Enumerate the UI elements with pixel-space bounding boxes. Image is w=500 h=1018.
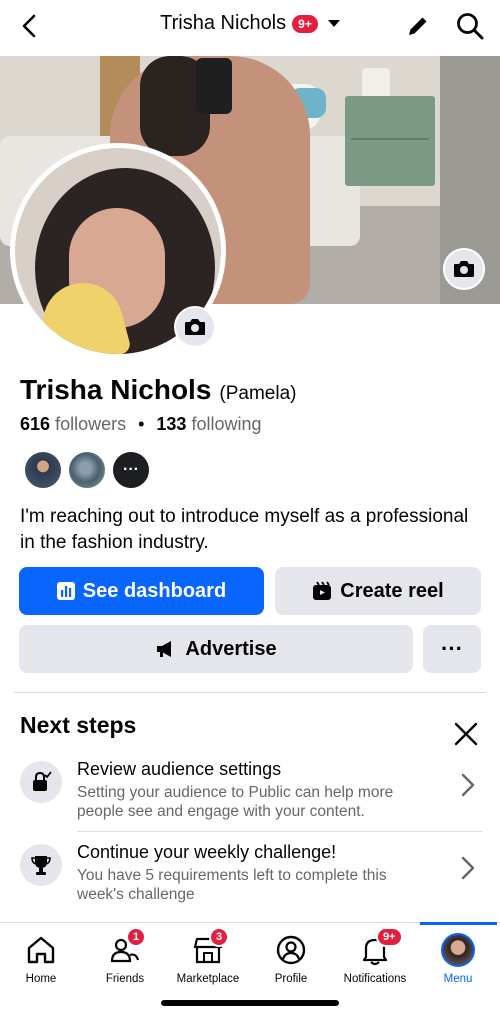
home-indicator[interactable] [161,1000,339,1006]
following-count: 133 [156,414,187,434]
separator-dot: • [138,414,145,434]
divider [14,692,486,693]
marketplace-badge: 3 [209,927,230,947]
trophy-icon [20,844,62,886]
follow-stats: 616 followers • 133 following [20,414,262,435]
following-label: following [191,414,262,434]
reel-icon [313,581,332,600]
close-icon[interactable] [452,720,480,748]
notifications-badge: 9+ [376,927,403,947]
following-link[interactable]: 133 following [156,414,261,435]
nav-label: Profile [274,973,308,985]
next-step-item[interactable]: Continue your weekly challenge! You have… [14,842,486,918]
avatar[interactable] [67,450,107,490]
avatar[interactable] [23,450,63,490]
home-icon [27,936,55,964]
edit-avatar-camera-button[interactable] [174,306,216,348]
edit-cover-camera-button[interactable] [443,248,485,290]
more-options-button[interactable]: ··· [423,625,481,673]
search-icon[interactable] [454,10,486,42]
page-title: Trisha Nichols [160,12,287,34]
friends-badge: 1 [126,927,147,947]
pencil-icon[interactable] [404,12,432,40]
nav-marketplace[interactable]: 3 Marketplace [168,923,248,993]
followers-label: followers [55,414,127,434]
notification-badge: 9+ [292,14,318,33]
step-description: Setting your audience to Public can help… [77,784,394,820]
nav-notifications[interactable]: 9+ Notifications [335,923,415,993]
profile-name: Trisha Nichols [20,374,212,405]
profile-name-row: Trisha Nichols (Pamela) [20,374,296,406]
profile-bio: I'm reaching out to introduce myself as … [20,506,469,553]
create-reel-label: Create reel [340,579,444,602]
top-bar: Trisha Nichols 9+ [0,0,500,56]
advertise-button[interactable]: Advertise [19,625,413,673]
advertise-label: Advertise [185,637,277,660]
menu-avatar [441,933,475,967]
more-friends-icon[interactable]: ··· [111,450,151,490]
nav-label: Friends [105,973,145,985]
followers-link[interactable]: 616 followers [20,414,126,435]
chevron-down-icon [327,20,340,27]
bell-icon: 9+ [358,927,403,967]
megaphone-icon [157,641,172,657]
next-steps-title: Next steps [20,712,137,738]
nav-menu[interactable]: Menu [418,923,498,993]
nav-label: Menu [443,973,473,985]
nav-label: Home [25,973,57,985]
nav-label: Notifications [343,973,407,985]
divider [77,831,482,832]
nav-label: Marketplace [176,973,240,985]
next-step-item[interactable]: Review audience settings Setting your au… [14,759,486,835]
nav-home[interactable]: Home [1,923,81,993]
marketplace-icon: 3 [191,927,230,967]
followers-count: 616 [20,414,51,434]
camera-icon [454,261,474,277]
nav-friends[interactable]: 1 Friends [85,923,165,993]
step-title: Continue your weekly challenge! [77,842,337,862]
mutual-friends-avatars[interactable]: ··· [23,450,151,490]
lock-check-icon [20,761,62,803]
see-dashboard-button[interactable]: See dashboard [19,567,264,615]
nav-profile[interactable]: Profile [251,923,331,993]
friends-icon: 1 [108,927,147,967]
chevron-right-icon [461,856,475,880]
profile-alt-name: (Pamela) [219,383,297,404]
see-dashboard-label: See dashboard [82,579,227,602]
step-title: Review audience settings [77,759,282,779]
camera-icon [185,319,205,335]
more-icon: ··· [441,636,463,661]
create-reel-button[interactable]: Create reel [275,567,481,615]
profile-icon [276,935,306,965]
dashboard-icon [56,582,75,600]
chevron-right-icon [461,773,475,797]
step-description: You have 5 requirements left to complete… [77,867,387,903]
